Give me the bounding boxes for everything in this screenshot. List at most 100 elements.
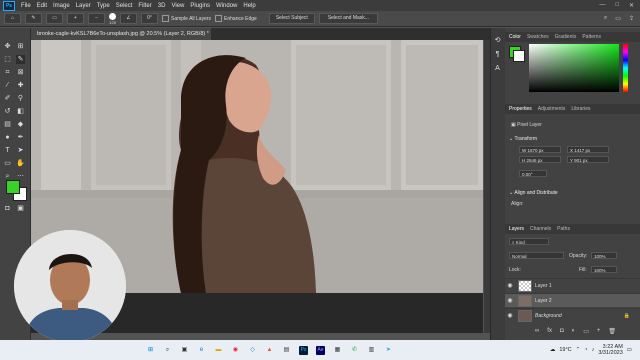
app-icon-2[interactable]: ▦ [333,346,342,355]
menu-filter[interactable]: Filter [135,3,154,9]
minimize-button[interactable]: — [599,2,605,9]
quick-mask-icon[interactable]: ◘ [3,204,12,213]
vscode-icon[interactable]: ◇ [248,346,257,355]
y-field[interactable]: Y 901 px [567,156,609,163]
layer-row-layer-1[interactable]: ◉ Layer 1 [505,278,640,292]
tab-patterns[interactable]: Patterns [582,34,601,40]
move-tool-icon[interactable]: ✥ [3,42,12,51]
visibility-eye-icon[interactable]: ◉ [505,282,515,289]
adjustment-icon[interactable]: ◐ [572,328,576,335]
layer-row-background[interactable]: ◉ Background 🔒 [505,308,640,322]
edge-icon[interactable]: e [197,346,206,355]
new-layer-icon[interactable]: + [597,328,601,335]
menu-edit[interactable]: Edit [34,3,50,9]
gradient-tool-icon[interactable]: ▤ [3,120,12,129]
tab-color[interactable]: Color [509,34,521,40]
layer-row-layer-2[interactable]: ◉ Layer 2 [505,293,640,307]
blend-mode-select[interactable]: Normal [509,252,564,259]
sample-all-layers-checkbox[interactable]: Sample All Layers [162,15,211,22]
file-explorer-icon[interactable]: ▬ [214,346,223,355]
app-icon[interactable]: ▤ [282,346,291,355]
spot-healing-tool-icon[interactable]: ✚ [16,81,25,90]
artboard-tool-icon[interactable]: ⊞ [16,42,25,51]
menu-select[interactable]: Select [113,3,136,9]
brush-tool-icon[interactable]: ✐ [3,94,12,103]
pen-tool-icon[interactable]: ✒ [16,133,25,142]
add-mask-icon[interactable]: ◘ [560,328,564,335]
search-icon[interactable]: ⌕ [604,15,607,22]
close-button[interactable]: ✕ [629,2,634,9]
weather-temp[interactable]: 19°C [559,347,571,353]
align-distribute-heading[interactable]: ⌄ Align and Distribute [509,190,558,196]
fill-field[interactable]: 100% [591,266,617,273]
document-tab[interactable]: brooke-cagle-kvKSL7B6eTo-unsplash.jpg @ … [31,28,211,49]
task-view-icon[interactable]: ▣ [180,346,189,355]
clock[interactable]: 3:22 AM 3/31/2023 [598,344,622,356]
menu-image[interactable]: Image [50,3,73,9]
vlc-icon[interactable]: ▲ [265,346,274,355]
start-icon[interactable]: ⊞ [146,346,155,355]
tab-channels[interactable]: Channels [530,226,551,232]
menu-help[interactable]: Help [240,3,258,9]
volume-icon[interactable]: ♪ [592,347,595,353]
type-tool-icon[interactable]: T [3,146,12,155]
crop-tool-icon[interactable]: ⌗ [3,68,12,77]
opacity-field[interactable]: 100% [591,252,617,259]
frame-tool-icon[interactable]: ⊠ [16,68,25,77]
color-panel-background[interactable] [513,50,525,62]
angle-field[interactable]: 0.00° [519,170,547,177]
eraser-tool-icon[interactable]: ◧ [16,107,25,116]
height-field[interactable]: H 2646 px [519,156,561,163]
notification-icon[interactable]: ▭ [627,347,632,353]
clone-stamp-tool-icon[interactable]: ⚲ [16,94,25,103]
tab-layers[interactable]: Layers [509,226,524,232]
character-icon[interactable]: A [493,64,502,73]
select-subject-button[interactable]: Select Subject [268,13,315,24]
eyedropper-tool-icon[interactable]: ⁄ [3,81,12,90]
after-effects-icon[interactable]: Ae [316,345,325,355]
weather-icon[interactable]: ☁ [550,347,556,353]
foreground-color-swatch[interactable] [6,180,20,194]
tab-paths[interactable]: Paths [557,226,570,232]
whatsapp-icon[interactable]: ✆ [350,346,359,355]
photoshop-taskbar-icon[interactable]: Ps [299,345,308,355]
network-icon[interactable]: ◔ [584,347,587,353]
delete-layer-icon[interactable]: 🗑 [608,328,616,335]
menu-type[interactable]: Type [94,3,113,9]
history-brush-tool-icon[interactable]: ↺ [3,107,12,116]
menu-window[interactable]: Window [213,3,240,9]
menu-view[interactable]: View [168,3,187,9]
marquee-tool-icon[interactable]: ⬚ [3,55,12,64]
hand-tool-icon[interactable]: ✋ [16,159,25,168]
transform-heading[interactable]: ⌄ Transform [509,136,537,142]
add-selection-icon[interactable]: + [67,13,84,24]
tab-adjustments[interactable]: Adjustments [538,106,566,112]
menu-layer[interactable]: Layer [73,3,94,9]
rectangle-tool-icon[interactable]: ▭ [3,159,12,168]
home-icon[interactable]: ⌂ [4,13,21,24]
share-icon[interactable]: ⇪ [629,15,634,22]
workspace-icon[interactable]: ▭ [615,15,621,22]
link-layers-icon[interactable]: ∞ [535,328,539,335]
subtract-selection-icon[interactable]: − [88,13,105,24]
dodge-tool-icon[interactable]: ● [3,133,12,142]
menu-plugins[interactable]: Plugins [187,3,213,9]
new-selection-icon[interactable]: ▭ [46,13,63,24]
screen-mode-icon[interactable]: ▣ [16,204,25,213]
angle-icon[interactable]: ∠ [120,13,137,24]
menu-3d[interactable]: 3D [155,3,169,9]
search-icon[interactable]: ⌕ [163,346,172,355]
blur-tool-icon[interactable]: ◆ [16,120,25,129]
visibility-eye-icon[interactable]: ◉ [505,312,515,319]
history-icon[interactable]: ⟲ [493,36,502,45]
maximize-button[interactable]: □ [615,2,619,9]
tab-libraries[interactable]: Libraries [571,106,590,112]
app-icon-3[interactable]: ▥ [367,346,376,355]
telegram-icon[interactable]: ➤ [384,346,393,355]
hue-slider[interactable] [623,44,628,92]
path-selection-tool-icon[interactable]: ➤ [16,146,25,155]
paragraph-icon[interactable]: ¶ [493,50,502,59]
tab-gradients[interactable]: Gradients [555,34,577,40]
menu-file[interactable]: File [18,3,34,9]
width-field[interactable]: W 1670 px [519,146,561,153]
